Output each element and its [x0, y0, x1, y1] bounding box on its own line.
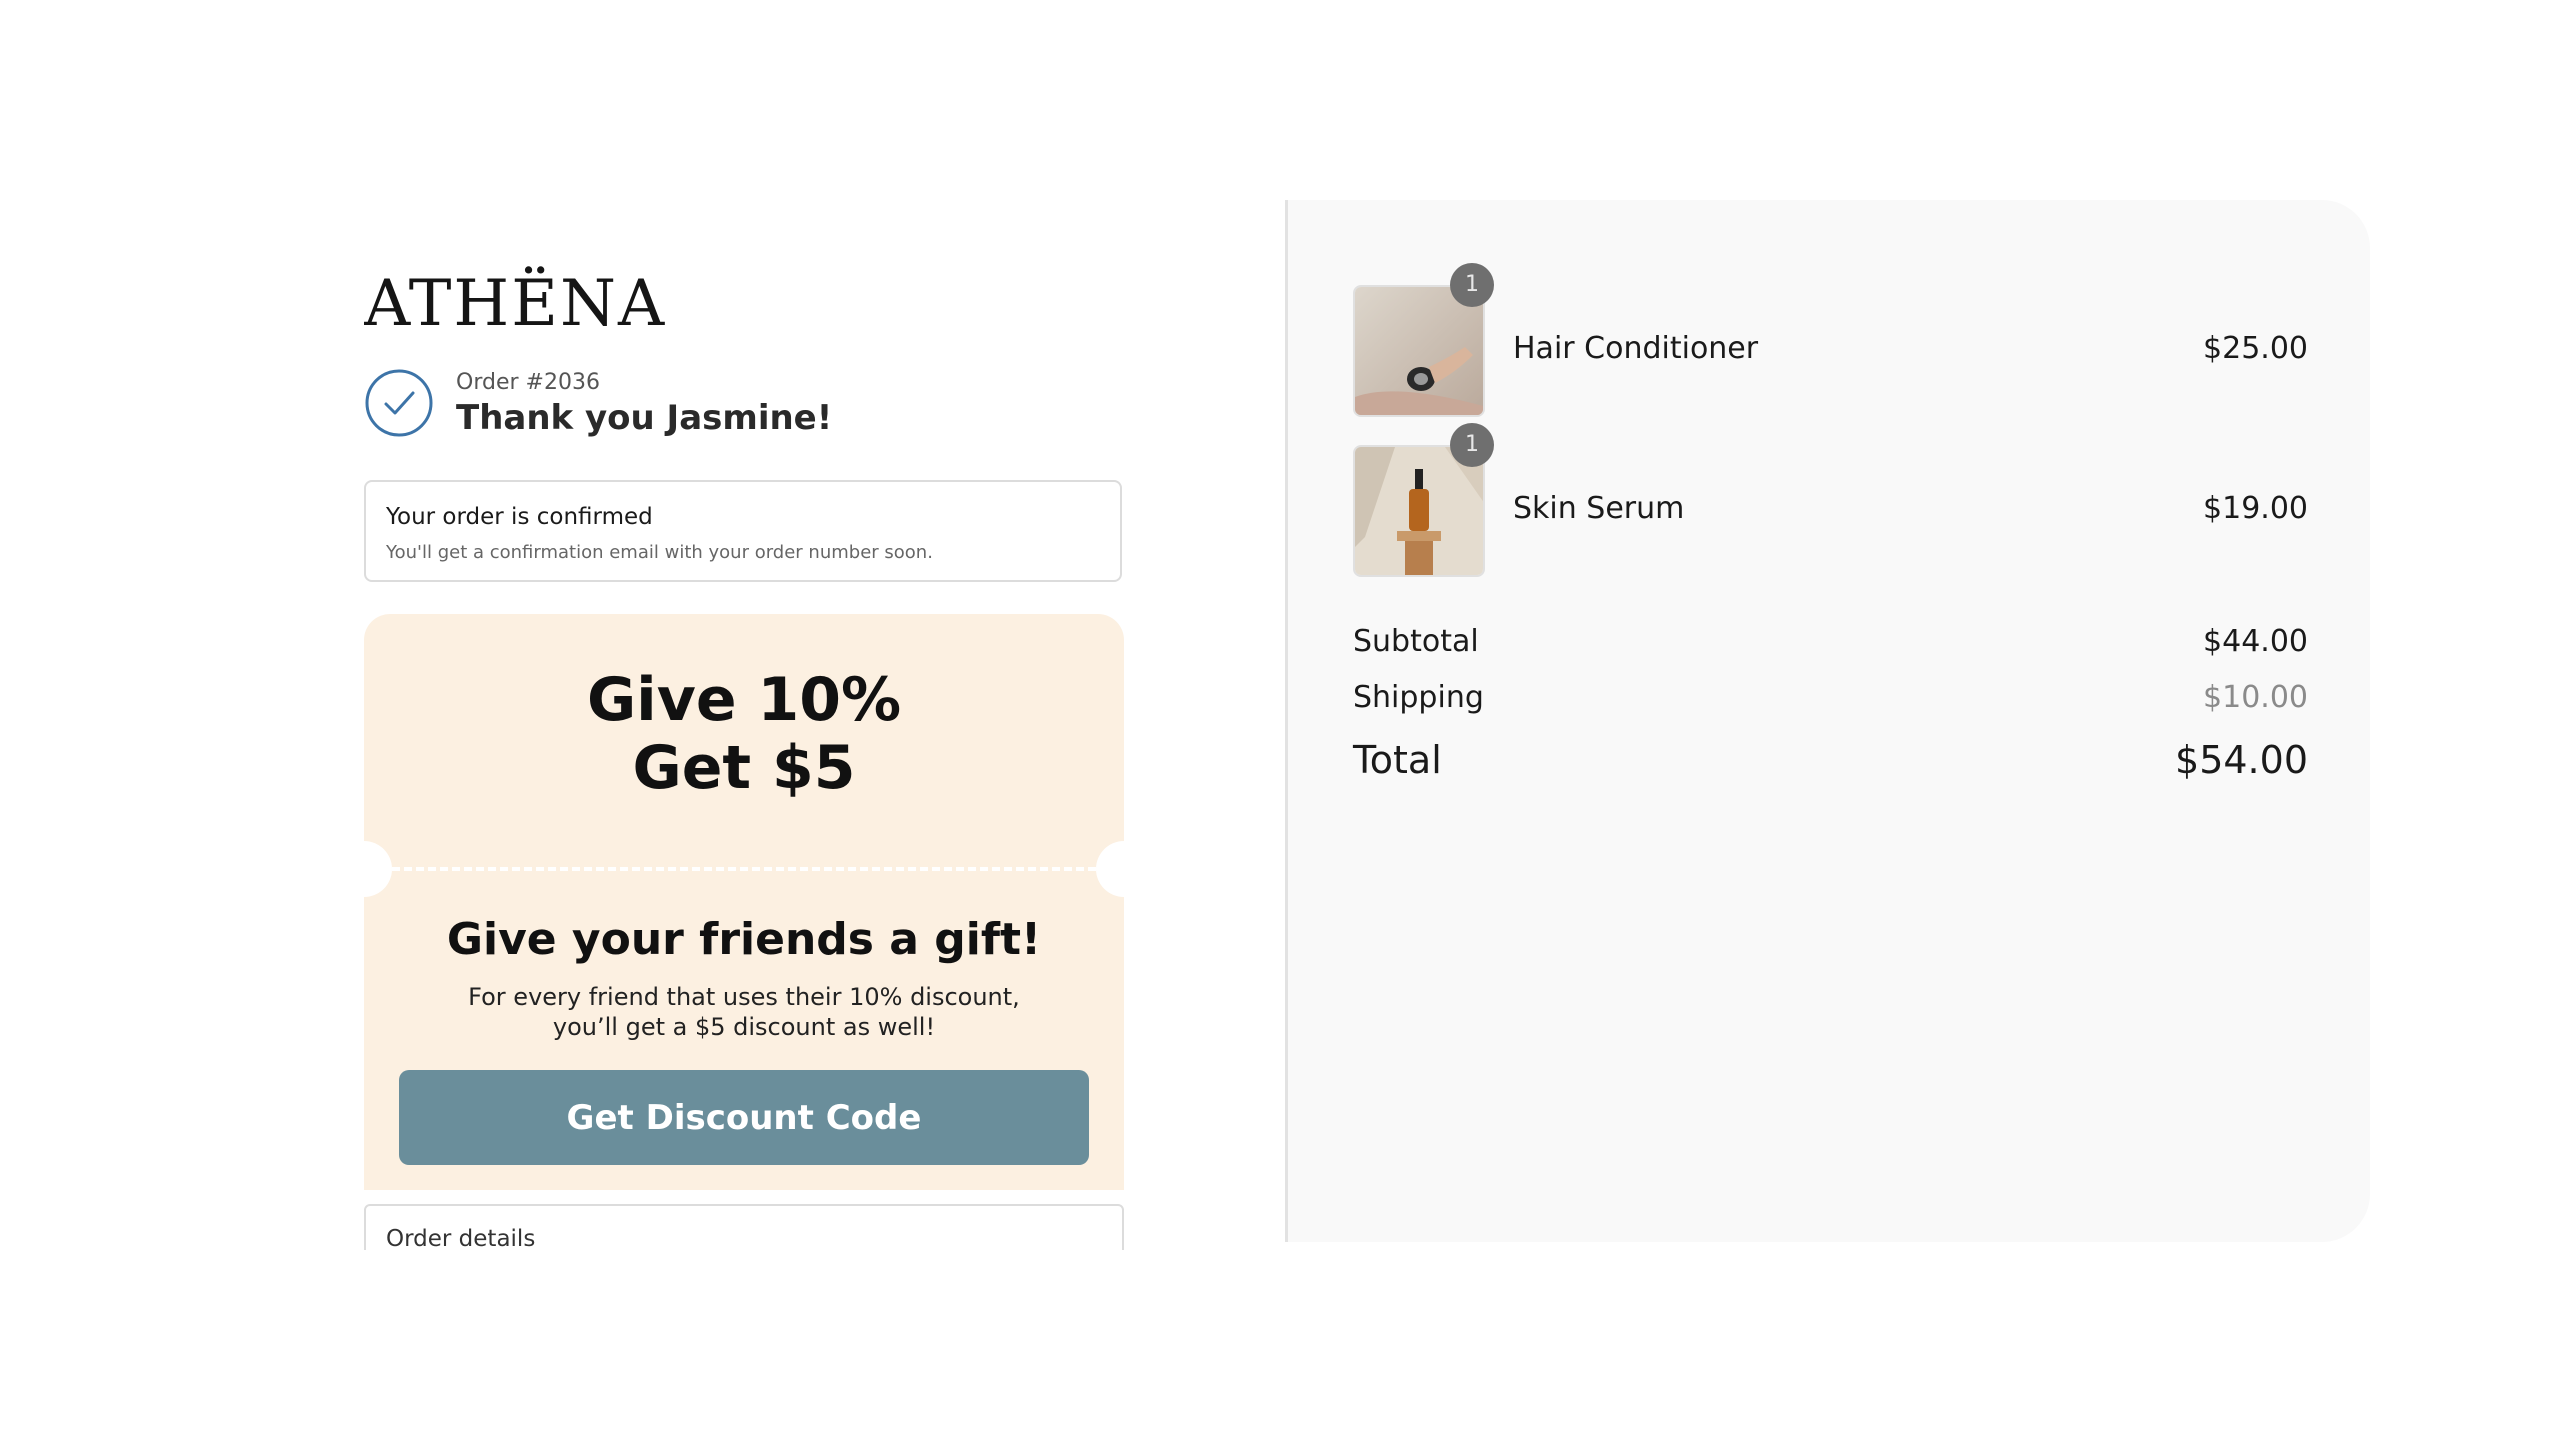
brand-logo[interactable]: ATHËNA	[364, 272, 666, 336]
total-label: Total	[1353, 738, 1442, 782]
gift-description-line1: For every friend that uses their 10% dis…	[468, 983, 1020, 1011]
shipping-label: Shipping	[1353, 680, 1484, 715]
order-header: Order #2036 Thank you Jasmine!	[364, 368, 1124, 444]
order-status-page: ATHËNA Order #2036 Thank you Jasmine! Yo…	[0, 0, 2560, 1440]
check-circle-icon	[364, 368, 434, 438]
order-confirmed-box: Your order is confirmed You'll get a con…	[364, 480, 1122, 582]
subtotal-value: $44.00	[2203, 624, 2308, 659]
order-details-section[interactable]: Order details	[364, 1204, 1124, 1250]
promo-headline-get: Get $5	[632, 733, 856, 803]
line-item: 1 Hair Conditioner $25.00	[1353, 263, 2308, 417]
order-summary-panel: 1 Hair Conditioner $25.00 1 Skin Serum $…	[1285, 200, 2370, 1242]
item-price: $25.00	[2203, 331, 2308, 366]
line-item: 1 Skin Serum $19.00	[1353, 423, 2308, 577]
get-discount-code-button[interactable]: Get Discount Code	[399, 1070, 1089, 1165]
promo-headline-give: Give 10%	[586, 665, 902, 735]
total-value: $54.00	[2175, 738, 2308, 782]
referral-promo-card: Give 10% Get $5 Give your friends a gift…	[364, 614, 1124, 1190]
ticket-divider	[392, 867, 1096, 871]
shipping-value: $10.00	[2203, 680, 2308, 715]
order-number: Order #2036	[456, 370, 600, 395]
subtotal-label: Subtotal	[1353, 624, 1479, 659]
gift-title: Give your friends a gift!	[446, 914, 1042, 965]
ticket-notch-left	[364, 841, 392, 897]
thank-you-heading: Thank you Jasmine!	[456, 398, 833, 438]
quantity-badge: 1	[1450, 263, 1494, 307]
quantity-badge: 1	[1450, 423, 1494, 467]
order-details-label: Order details	[386, 1226, 536, 1250]
confirmation-text: You'll get a confirmation email with you…	[386, 542, 933, 563]
confirmation-title: Your order is confirmed	[386, 504, 653, 530]
gift-description-line2: you’ll get a $5 discount as well!	[552, 1013, 936, 1041]
item-name: Hair Conditioner	[1513, 331, 1759, 366]
item-name: Skin Serum	[1513, 491, 1685, 526]
order-main-column: ATHËNA Order #2036 Thank you Jasmine! Yo…	[364, 200, 1124, 1250]
item-price: $19.00	[2203, 491, 2308, 526]
ticket-notch-right	[1096, 841, 1124, 897]
